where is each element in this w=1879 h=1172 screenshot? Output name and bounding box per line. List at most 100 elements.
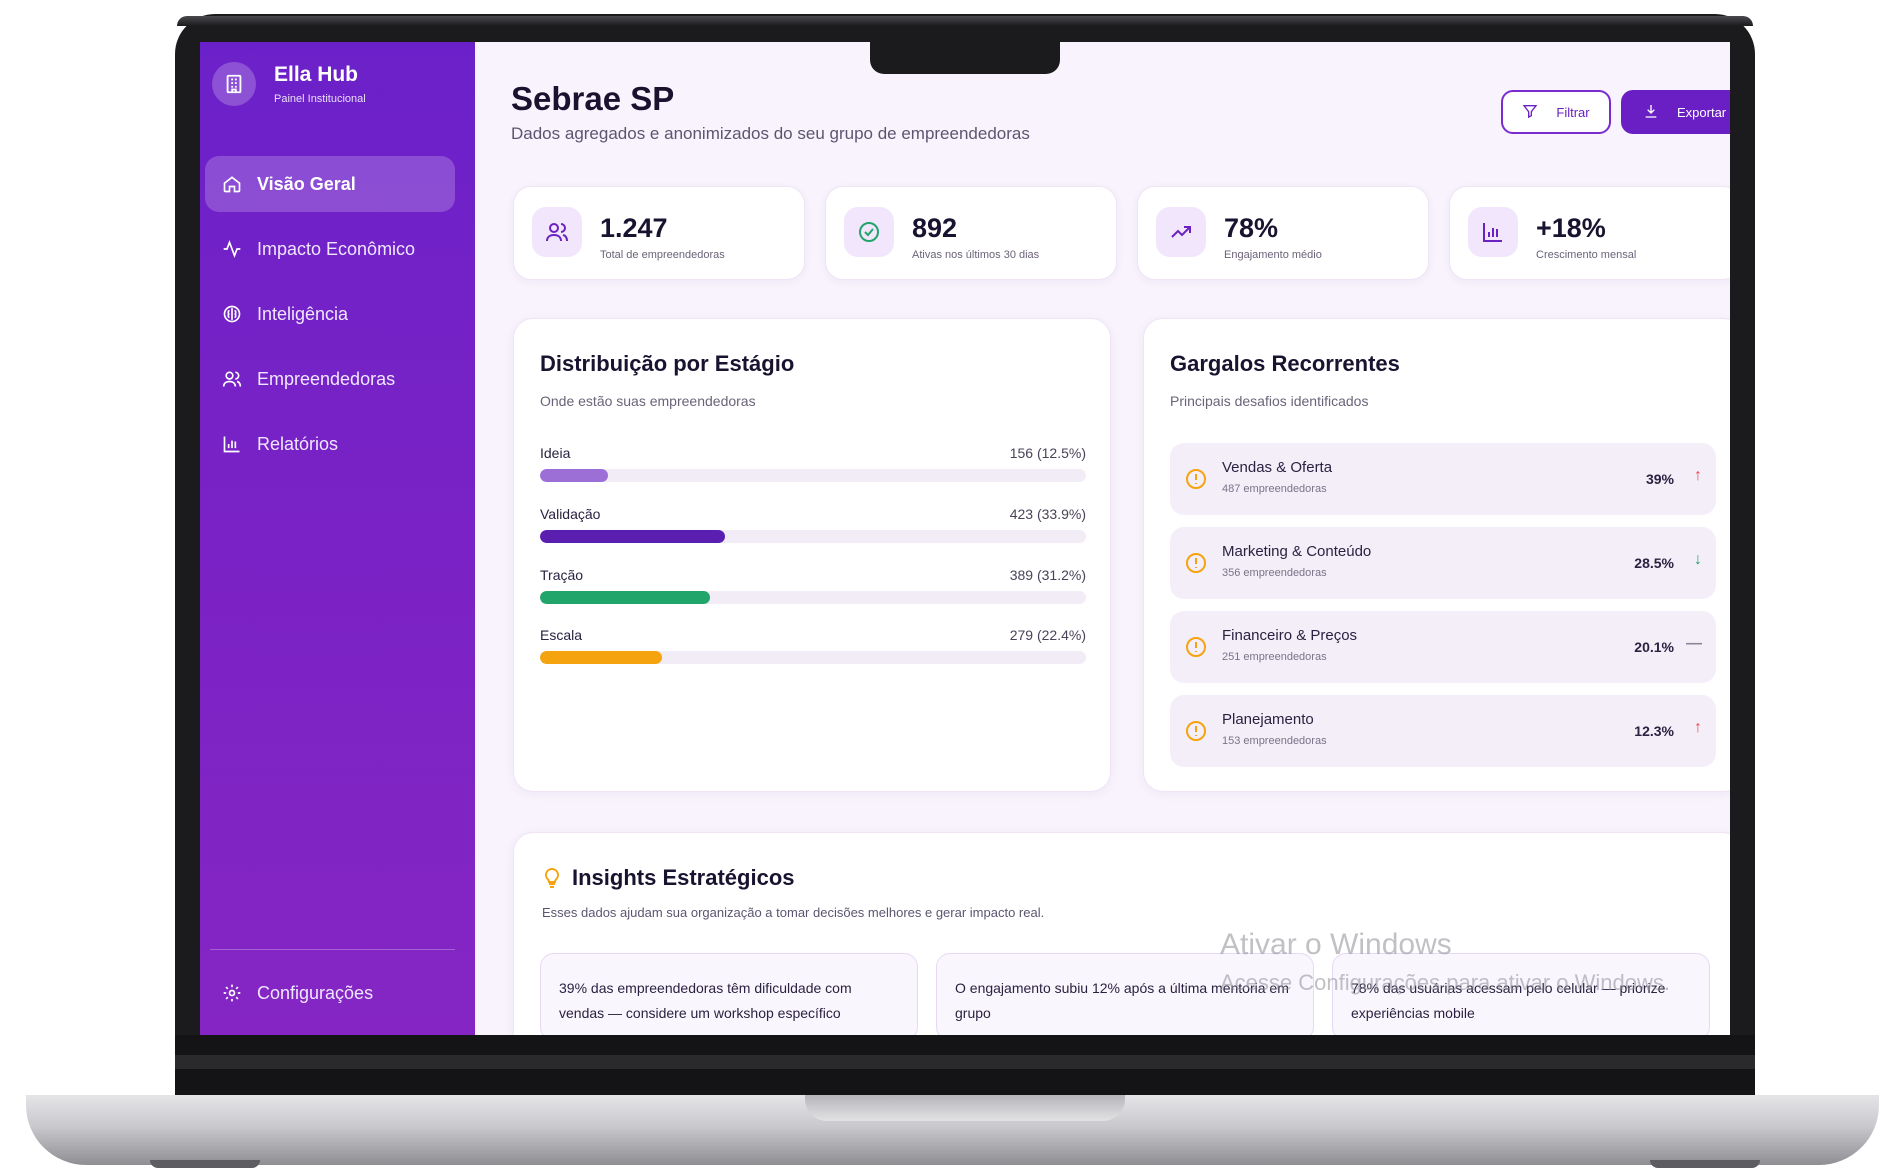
- stat-value: +18%: [1536, 213, 1606, 243]
- stage-track: [540, 469, 1086, 482]
- sidebar-nav: Visão Geral Impacto Econômico Inteligênc…: [205, 156, 455, 481]
- alert-circle-icon: [1184, 467, 1208, 491]
- bottlenecks-title: Gargalos Recorrentes: [1170, 351, 1400, 376]
- stage-track: [540, 530, 1086, 543]
- stat-value: 1.247: [600, 213, 668, 243]
- export-button[interactable]: Exportar: [1621, 90, 1730, 134]
- insight-item[interactable]: 39% das empreendedoras têm dificuldade c…: [540, 953, 918, 1035]
- settings-label: Configurações: [257, 982, 374, 1003]
- sidebar-item-empreendedoras[interactable]: Empreendedoras: [205, 351, 455, 407]
- alert-circle-icon: [1184, 635, 1208, 659]
- bottlenecks-subtitle: Principais desafios identificados: [1170, 393, 1369, 409]
- stage-count: 156 (12.5%): [1009, 445, 1086, 461]
- users-icon: [221, 368, 243, 390]
- stat-label: Total de empreendedoras: [600, 249, 725, 261]
- filter-icon: [1522, 103, 1556, 122]
- trend-down-icon: ↓: [1694, 551, 1702, 568]
- stage-label: Escala: [540, 627, 583, 643]
- sidebar-item-label: Empreendedoras: [257, 368, 396, 389]
- trend-up-icon: ↑: [1694, 467, 1702, 484]
- sidebar-item-impacto-economico[interactable]: Impacto Econômico: [205, 221, 455, 277]
- brand-subtitle: Painel Institucional: [274, 93, 366, 105]
- sidebar-item-inteligencia[interactable]: Inteligência: [205, 286, 455, 342]
- bottleneck-count: 251 empreendedoras: [1222, 651, 1327, 663]
- stage-label: Validação: [540, 506, 601, 522]
- laptop-foot: [1650, 1160, 1760, 1168]
- bar-chart-icon: [1468, 207, 1518, 257]
- sidebar-item-label: Relatórios: [257, 433, 339, 454]
- alert-circle-icon: [1184, 719, 1208, 743]
- page-subtitle: Dados agregados e anonimizados do seu gr…: [511, 124, 1030, 143]
- sidebar-item-label: Visão Geral: [257, 173, 356, 194]
- sidebar-item-label: Impacto Econômico: [257, 238, 416, 259]
- stat-card-total: 1.247 Total de empreendedoras: [513, 186, 805, 280]
- trend-up-icon: ↑: [1694, 719, 1702, 736]
- camera-notch: [870, 42, 1060, 74]
- sidebar-item-visao-geral[interactable]: Visão Geral: [205, 156, 455, 212]
- insights-title: Insights Estratégicos: [572, 865, 795, 890]
- stat-value: 892: [912, 213, 958, 243]
- brain-icon: [221, 303, 243, 325]
- users-icon: [532, 207, 582, 257]
- stage-label: Ideia: [540, 445, 571, 461]
- stage-label: Tração: [540, 567, 584, 583]
- bottleneck-count: 356 empreendedoras: [1222, 567, 1327, 579]
- bottleneck-name: Marketing & Conteúdo: [1222, 543, 1372, 560]
- insights-subtitle: Esses dados ajudam sua organização a tom…: [542, 905, 1045, 920]
- watermark-subtitle: Acesse Configurações para ativar o Windo…: [1220, 970, 1670, 995]
- bottleneck-item[interactable]: Marketing & Conteúdo 356 empreendedoras …: [1170, 527, 1716, 599]
- bottleneck-percent: 12.3%: [1634, 723, 1674, 739]
- filter-button[interactable]: Filtrar: [1501, 90, 1611, 134]
- filter-label: Filtrar: [1556, 104, 1590, 120]
- bottleneck-count: 153 empreendedoras: [1222, 735, 1327, 747]
- stage-track: [540, 591, 1086, 604]
- bottleneck-percent: 28.5%: [1634, 555, 1674, 571]
- stat-card-ativas: 892 Ativas nos últimos 30 dias: [825, 186, 1117, 280]
- stage-bar: [540, 530, 726, 543]
- bottleneck-item[interactable]: Vendas & Oferta 487 empreendedoras 39% ↑: [1170, 443, 1716, 515]
- laptop-chin: [175, 1035, 1755, 1095]
- stage-bar: [540, 469, 609, 482]
- download-icon: [1643, 103, 1677, 122]
- stat-value: 78%: [1224, 213, 1279, 243]
- main-content: Sebrae SP Dados agregados e anonimizados…: [475, 42, 1730, 1035]
- bottleneck-name: Financeiro & Preços: [1222, 627, 1358, 644]
- stage-count: 423 (33.9%): [1009, 506, 1086, 522]
- bottleneck-count: 487 empreendedoras: [1222, 483, 1327, 495]
- stat-label: Engajamento médio: [1224, 249, 1322, 261]
- stat-card-crescimento: +18% Crescimento mensal: [1449, 186, 1730, 280]
- stat-label: Ativas nos últimos 30 dias: [912, 249, 1040, 261]
- sidebar-item-configuracoes[interactable]: Configurações: [221, 982, 373, 1004]
- trending-up-icon: [1156, 207, 1206, 257]
- stage-count: 389 (31.2%): [1009, 567, 1086, 583]
- check-circle-icon: [844, 207, 894, 257]
- stage-count: 279 (22.4%): [1009, 627, 1086, 643]
- building-icon: [212, 62, 256, 106]
- stat-card-engajamento: 78% Engajamento médio: [1137, 186, 1429, 280]
- bottleneck-name: Planejamento: [1222, 711, 1314, 728]
- export-label: Exportar: [1677, 104, 1727, 120]
- stage-bar: [540, 591, 711, 604]
- stat-label: Crescimento mensal: [1536, 249, 1637, 261]
- trend-flat-icon: —: [1686, 635, 1702, 652]
- laptop-foot: [150, 1160, 260, 1168]
- gear-icon: [221, 982, 243, 1004]
- bottleneck-percent: 39%: [1645, 471, 1674, 487]
- bottleneck-percent: 20.1%: [1634, 639, 1674, 655]
- bottlenecks-card: Gargalos Recorrentes Principais desafios…: [1143, 318, 1730, 792]
- activity-icon: [221, 238, 243, 260]
- distribution-subtitle: Onde estão suas empreendedoras: [540, 393, 756, 409]
- stage-bar: [540, 651, 663, 664]
- sidebar-divider: [210, 949, 455, 950]
- bar-chart-icon: [221, 433, 243, 455]
- distribution-card: Distribuição por Estágio Onde estão suas…: [513, 318, 1111, 792]
- alert-circle-icon: [1184, 551, 1208, 575]
- sidebar-item-relatorios[interactable]: Relatórios: [205, 416, 455, 472]
- bottleneck-item[interactable]: Financeiro & Preços 251 empreendedoras 2…: [1170, 611, 1716, 683]
- brand-name: Ella Hub: [274, 63, 359, 86]
- bottleneck-name: Vendas & Oferta: [1222, 459, 1333, 476]
- bottleneck-item[interactable]: Planejamento 153 empreendedoras 12.3% ↑: [1170, 695, 1716, 767]
- stage-track: [540, 651, 1086, 664]
- home-icon: [221, 173, 243, 195]
- distribution-title: Distribuição por Estágio: [540, 351, 795, 376]
